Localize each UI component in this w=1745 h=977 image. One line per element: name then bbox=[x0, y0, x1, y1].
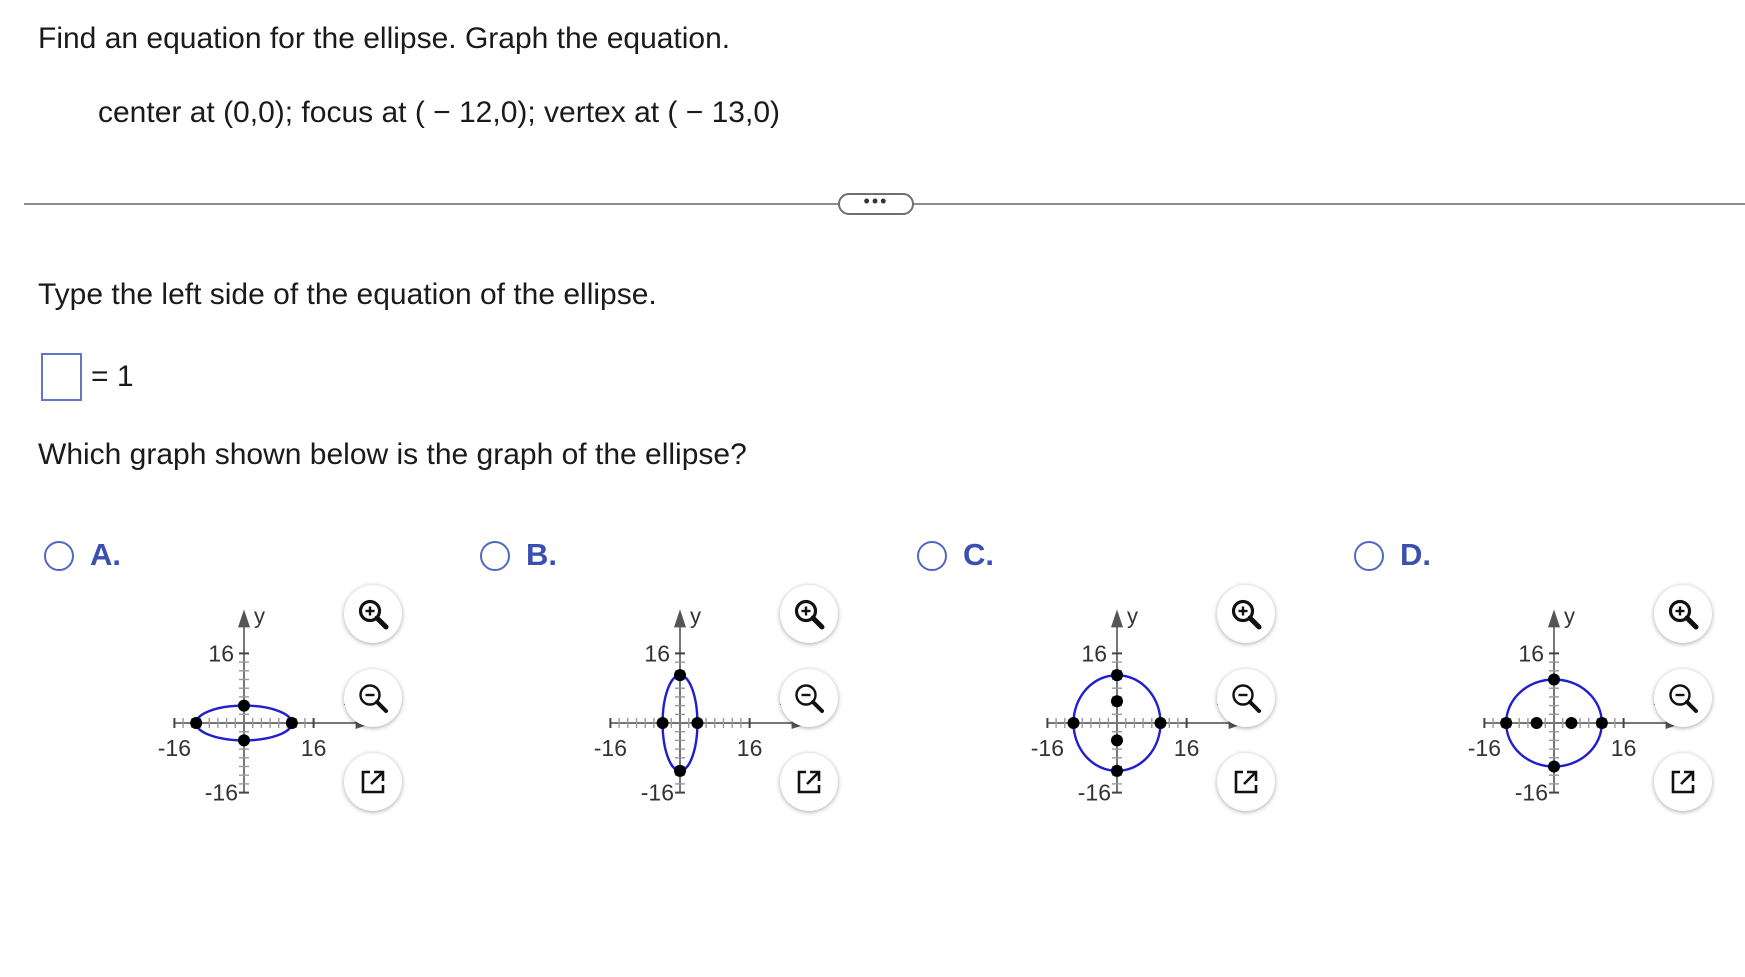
y-min-label: -16 bbox=[1515, 780, 1548, 806]
option-a-zoom-out-button[interactable] bbox=[344, 669, 402, 727]
graph-point bbox=[691, 717, 704, 729]
x-max-label: 16 bbox=[301, 735, 327, 761]
graph-point bbox=[1595, 717, 1608, 729]
more-button[interactable]: ••• bbox=[838, 192, 914, 215]
zoom-out-icon bbox=[795, 684, 824, 713]
open-new-window-icon bbox=[797, 770, 821, 794]
option-d-open-new-button[interactable] bbox=[1654, 753, 1712, 811]
graph-point bbox=[674, 764, 686, 777]
y-axis-arrow bbox=[1548, 609, 1560, 628]
y-axis-arrow bbox=[1111, 609, 1123, 628]
question-title: Find an equation for the ellipse. Graph … bbox=[38, 22, 731, 55]
y-min-label: -16 bbox=[641, 780, 674, 806]
zoom-in-icon bbox=[794, 599, 825, 630]
graph-point bbox=[238, 699, 250, 712]
x-max-label: 16 bbox=[737, 735, 763, 761]
zoom-in-icon bbox=[1668, 599, 1699, 630]
y-max-label: 16 bbox=[644, 640, 670, 666]
option-a-radio[interactable] bbox=[44, 541, 74, 571]
x-min-label: -16 bbox=[158, 735, 191, 761]
option-a-zoom-in-button[interactable] bbox=[344, 585, 402, 643]
zoom-out-icon bbox=[359, 684, 388, 713]
graph-point bbox=[1111, 669, 1123, 682]
y-axis-label: y bbox=[254, 603, 265, 628]
graph-point bbox=[238, 734, 250, 747]
equation-rhs: = 1 bbox=[91, 360, 134, 393]
open-new-window-icon bbox=[1671, 770, 1695, 794]
y-min-label: -16 bbox=[1078, 780, 1111, 806]
x-max-label: 16 bbox=[1611, 735, 1637, 761]
part1-instruction: Type the left side of the equation of th… bbox=[38, 278, 657, 311]
open-new-window-icon bbox=[361, 770, 385, 794]
y-axis-label: y bbox=[690, 603, 701, 628]
zoom-out-icon bbox=[1232, 684, 1261, 713]
graph-point bbox=[1548, 760, 1560, 773]
graph-point bbox=[1154, 717, 1167, 729]
graph-point bbox=[1067, 717, 1080, 729]
graph-point bbox=[674, 669, 686, 682]
option-c-radio[interactable] bbox=[917, 541, 947, 571]
y-max-label: 16 bbox=[1081, 640, 1107, 666]
x-max-label: 16 bbox=[1174, 735, 1200, 761]
question-given: center at (0,0); focus at ( − 12,0); ver… bbox=[98, 96, 780, 129]
part2-question: Which graph shown below is the graph of … bbox=[38, 438, 747, 471]
graph-point bbox=[285, 717, 298, 729]
graph-point bbox=[1111, 764, 1123, 777]
graph-point bbox=[1530, 717, 1543, 729]
zoom-out-icon bbox=[1669, 684, 1698, 713]
x-min-label: -16 bbox=[594, 735, 627, 761]
option-b-open-new-button[interactable] bbox=[780, 753, 838, 811]
y-axis-arrow bbox=[238, 609, 250, 628]
y-max-label: 16 bbox=[208, 640, 234, 666]
option-b-radio[interactable] bbox=[480, 541, 510, 571]
y-axis-label: y bbox=[1564, 603, 1575, 628]
y-axis-label: y bbox=[1127, 603, 1138, 628]
option-a-open-new-button[interactable] bbox=[344, 753, 402, 811]
graph-point bbox=[1111, 695, 1123, 708]
option-d-zoom-in-button[interactable] bbox=[1654, 585, 1712, 643]
y-max-label: 16 bbox=[1518, 640, 1544, 666]
graph-point bbox=[1111, 734, 1123, 747]
option-c-zoom-in-button[interactable] bbox=[1217, 585, 1275, 643]
graph-point bbox=[656, 717, 669, 729]
option-c-open-new-button[interactable] bbox=[1217, 753, 1275, 811]
option-d-radio[interactable] bbox=[1354, 541, 1384, 571]
y-min-label: -16 bbox=[205, 780, 238, 806]
graph-point bbox=[1500, 717, 1513, 729]
graph-point bbox=[190, 717, 203, 729]
zoom-in-icon bbox=[1231, 599, 1262, 630]
option-d-zoom-out-button[interactable] bbox=[1654, 669, 1712, 727]
graph-point bbox=[1548, 673, 1560, 686]
equation-answer-input[interactable] bbox=[41, 353, 82, 401]
x-min-label: -16 bbox=[1468, 735, 1501, 761]
zoom-in-icon bbox=[358, 599, 389, 630]
y-axis-arrow bbox=[674, 609, 686, 628]
x-min-label: -16 bbox=[1031, 735, 1064, 761]
graph-point bbox=[1565, 717, 1578, 729]
option-b-zoom-out-button[interactable] bbox=[780, 669, 838, 727]
open-new-window-icon bbox=[1234, 770, 1258, 794]
option-b-zoom-in-button[interactable] bbox=[780, 585, 838, 643]
option-c-zoom-out-button[interactable] bbox=[1217, 669, 1275, 727]
